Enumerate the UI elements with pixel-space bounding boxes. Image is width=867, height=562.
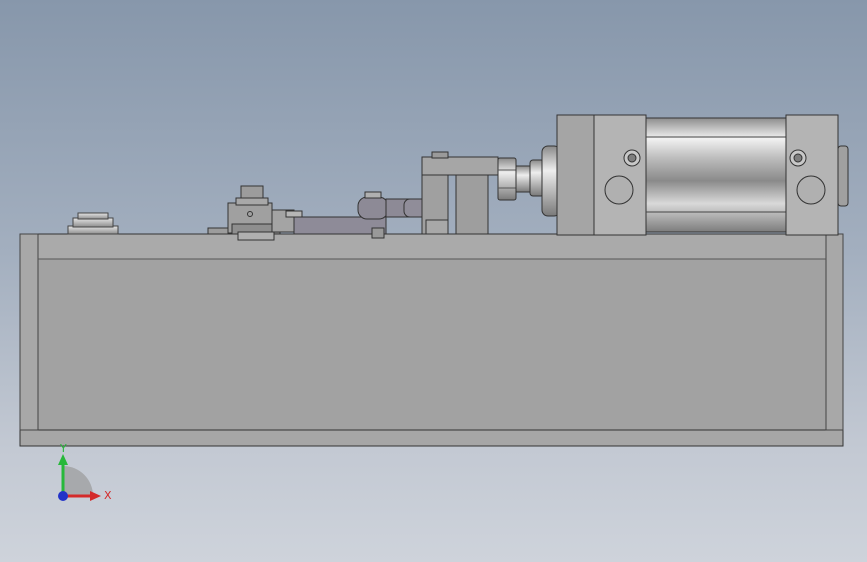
x-axis-label: X bbox=[104, 489, 112, 502]
mount-bracket[interactable] bbox=[421, 151, 499, 235]
y-axis-label: Y bbox=[59, 442, 67, 455]
coordinate-triad: Y X bbox=[58, 442, 112, 502]
z-axis-dot bbox=[58, 491, 68, 501]
rod-nut[interactable] bbox=[497, 157, 545, 201]
y-axis-arrow bbox=[58, 454, 68, 465]
assembly-model[interactable] bbox=[0, 0, 867, 562]
x-axis-arrow bbox=[90, 491, 101, 501]
base-block[interactable] bbox=[19, 233, 844, 447]
pneumatic-cylinder[interactable] bbox=[541, 114, 849, 236]
triad-arc bbox=[63, 466, 93, 496]
cad-viewport[interactable]: Y X bbox=[0, 0, 867, 562]
clamp-block[interactable] bbox=[207, 185, 295, 241]
round-knob[interactable] bbox=[67, 212, 119, 235]
